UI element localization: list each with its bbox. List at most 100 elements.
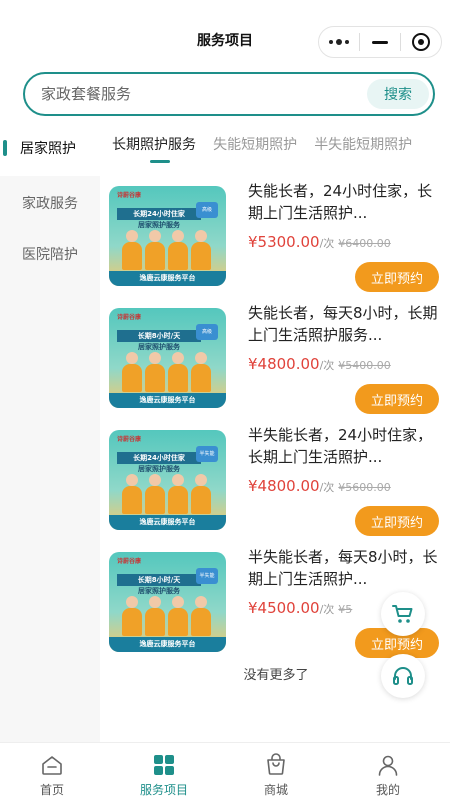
nav-label: 我的 <box>375 783 400 797</box>
caregiver-figure <box>144 596 166 636</box>
tab-long-term-care[interactable]: 长期照护服务 <box>112 134 196 166</box>
caregiver-figure <box>190 230 212 270</box>
image-brand: 诗蔚谷康 <box>117 436 142 443</box>
product-card[interactable]: 诗蔚谷康长期24小时住家 居家照护服务 半失能逸鹿云康服务平台 半失能长者，24小时住… <box>106 424 446 544</box>
tab-label: 半失能短期照护 <box>314 137 413 153</box>
home-icon <box>42 756 62 775</box>
product-price: ¥4800.00 <box>248 355 320 373</box>
image-banner: 长期8小时/天 <box>117 574 201 586</box>
tab-label: 长期照护服务 <box>112 137 196 153</box>
product-image[interactable]: 诗蔚谷康长期24小时住家 居家照护服务 高级逸鹿云康服务平台 <box>109 186 226 286</box>
caregiver-figure <box>121 596 143 636</box>
product-title[interactable]: 半失能长者，每天8小时，长期上门生活照护... <box>248 546 444 590</box>
image-footer: 逸鹿云康服务平台 <box>109 515 226 530</box>
image-seal: 高级 <box>196 324 218 340</box>
tab-label: 失能短期照护 <box>213 137 298 153</box>
sidebar: 家政服务 医院陪护 <box>0 176 100 742</box>
price-row: ¥4800.00/次 ¥5400.00 <box>248 354 448 376</box>
price-unit: /次 <box>319 481 335 494</box>
original-price: ¥5600.00 <box>338 481 391 494</box>
product-price: ¥4500.00 <box>248 599 320 617</box>
caregiver-figure <box>144 474 166 514</box>
original-price: ¥5 <box>338 603 353 616</box>
nav-mine[interactable]: 我的 <box>348 749 428 800</box>
search-bar: 搜索 <box>23 72 435 116</box>
support-button[interactable] <box>381 654 425 698</box>
bottom-nav: 首页 服务项目 商城 我的 <box>0 742 450 800</box>
product-card[interactable]: 诗蔚谷康长期24小时住家 居家照护服务 高级逸鹿云康服务平台 失能长者，24小时住家，… <box>106 180 446 300</box>
image-footer: 逸鹿云康服务平台 <box>109 637 226 652</box>
product-price: ¥4800.00 <box>248 477 320 495</box>
book-now-button[interactable]: 立即预约 <box>355 506 439 536</box>
target-icon <box>411 33 430 51</box>
image-banner: 长期24小时住家 <box>117 208 201 220</box>
book-now-button[interactable]: 立即预约 <box>355 262 439 292</box>
image-brand: 诗蔚谷康 <box>117 558 142 565</box>
nav-shop[interactable]: 商城 <box>236 749 316 800</box>
tab-semi-disabled-short-term[interactable]: 半失能短期照护 <box>314 134 412 166</box>
more-dots-icon <box>329 39 349 45</box>
image-seal: 半失能 <box>196 446 218 462</box>
image-banner: 长期24小时住家 <box>117 452 201 464</box>
nav-services[interactable]: 服务项目 <box>124 749 204 800</box>
book-now-button[interactable]: 立即预约 <box>355 384 439 414</box>
nav-home[interactable]: 首页 <box>12 749 92 800</box>
image-footer: 逸鹿云康服务平台 <box>109 393 226 408</box>
price-row: ¥4800.00/次 ¥5600.00 <box>248 476 448 498</box>
image-subtitle: 居家照护服务 <box>138 465 180 473</box>
product-image[interactable]: 诗蔚谷康 长期8小时/天 居家照护服务 高级 逸鹿云康服务平台 <box>109 308 226 408</box>
caregiver-figure <box>167 352 189 392</box>
product-card[interactable]: 诗蔚谷康 长期8小时/天 居家照护服务 高级 逸鹿云康服务平台 失能长者，每天8小时，长期… <box>106 302 446 422</box>
product-image[interactable]: 诗蔚谷康长期24小时住家 居家照护服务 半失能逸鹿云康服务平台 <box>109 430 226 530</box>
active-indicator <box>3 140 7 156</box>
search-input[interactable] <box>41 82 341 106</box>
sidebar-item-hospital-care[interactable]: 医院陪护 <box>0 244 100 264</box>
product-image[interactable]: 诗蔚谷康长期8小时/天 居家照护服务 半失能逸鹿云康服务平台 <box>109 552 226 652</box>
caregiver-figure <box>167 230 189 270</box>
caregiver-figure <box>167 596 189 636</box>
tab-disabled-short-term[interactable]: 失能短期照护 <box>213 134 297 166</box>
image-banner: 长期8小时/天 <box>117 330 201 342</box>
product-price: ¥5300.00 <box>248 233 320 251</box>
top-bar: 服务项目 <box>0 0 450 64</box>
image-brand: 诗蔚谷康 <box>117 314 142 321</box>
image-seal: 半失能 <box>196 568 218 584</box>
original-price: ¥6400.00 <box>338 237 391 250</box>
product-title[interactable]: 失能长者，每天8小时，长期上门生活照护服务... <box>248 302 444 346</box>
price-unit: /次 <box>319 359 335 372</box>
image-seal: 高级 <box>196 202 218 218</box>
image-brand: 诗蔚谷康 <box>117 192 142 199</box>
nav-label: 服务项目 <box>139 783 188 797</box>
close-button[interactable] <box>401 27 441 57</box>
current-category[interactable]: 居家照护 <box>0 134 100 164</box>
shop-bag-icon <box>267 753 285 775</box>
minimize-button[interactable] <box>360 27 400 57</box>
nav-label: 商城 <box>263 783 288 797</box>
cart-button[interactable] <box>381 592 425 636</box>
more-button[interactable] <box>319 27 359 57</box>
mini-program-capsule <box>318 26 442 58</box>
user-icon <box>378 755 398 776</box>
caregiver-figure <box>121 352 143 392</box>
image-subtitle: 居家照护服务 <box>138 587 180 595</box>
search-button[interactable]: 搜索 <box>367 79 429 109</box>
caregiver-figure <box>167 474 189 514</box>
headset-icon <box>393 667 413 685</box>
image-footer: 逸鹿云康服务平台 <box>109 271 226 286</box>
product-title[interactable]: 失能长者，24小时住家，长期上门生活照护... <box>248 180 444 224</box>
cart-icon <box>392 605 413 623</box>
category-tabs: 长期照护服务 失能短期照护 半失能短期照护 <box>112 134 450 166</box>
caregiver-figure <box>144 352 166 392</box>
product-title[interactable]: 半失能长者，24小时住家，长期上门生活照护... <box>248 424 444 468</box>
caregiver-figure <box>190 352 212 392</box>
minimize-icon <box>371 40 388 44</box>
caregiver-figure <box>121 230 143 270</box>
caregiver-figure <box>144 230 166 270</box>
tab-underline <box>150 160 170 163</box>
original-price: ¥5400.00 <box>338 359 391 372</box>
caregiver-figure <box>190 596 212 636</box>
sidebar-item-housekeeping[interactable]: 家政服务 <box>0 193 100 213</box>
price-unit: /次 <box>319 237 335 250</box>
caregiver-figure <box>190 474 212 514</box>
image-subtitle: 居家照护服务 <box>138 221 180 229</box>
